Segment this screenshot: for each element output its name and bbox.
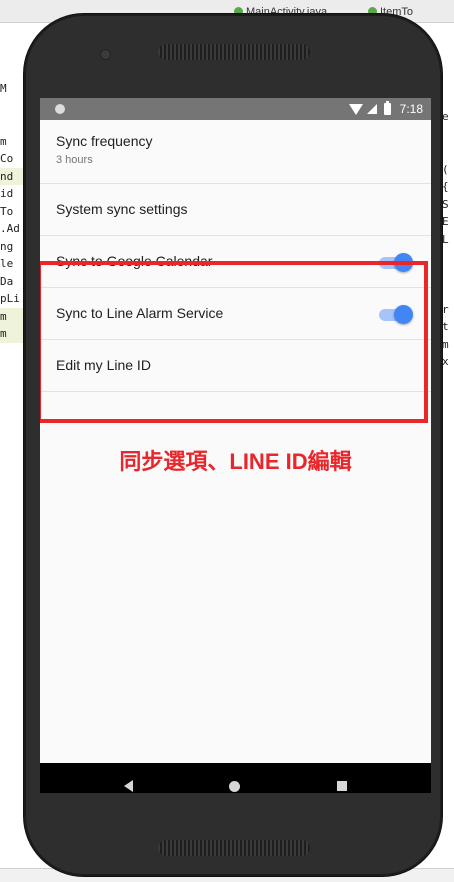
home-icon[interactable] xyxy=(229,781,240,792)
code-line: r xyxy=(442,302,449,316)
code-line: x xyxy=(442,355,449,368)
google-calendar-toggle[interactable] xyxy=(377,253,413,272)
pref-title: System sync settings xyxy=(56,201,188,217)
recents-icon[interactable] xyxy=(337,781,347,791)
code-line: m xyxy=(442,337,449,351)
ide-code-right: e ( { S E L r t m x xyxy=(442,60,454,880)
pref-sync-line-alarm[interactable]: Sync to Line Alarm Service xyxy=(40,288,431,340)
pref-title: Sync to Google Calendar xyxy=(56,253,213,269)
code-line: t xyxy=(442,320,449,333)
pref-edit-line-id[interactable]: Edit my Line ID xyxy=(40,340,431,392)
pref-sync-frequency[interactable]: Sync frequency 3 hours xyxy=(40,120,431,184)
phone-screen: 7:18 Sync frequency 3 hours System sync … xyxy=(40,98,431,793)
speaker-grille-top xyxy=(158,44,310,60)
code-line: S xyxy=(442,197,449,211)
pref-title: Sync to Line Alarm Service xyxy=(56,305,224,321)
pref-system-sync-settings[interactable]: System sync settings xyxy=(40,184,431,236)
navigation-bar xyxy=(40,763,431,793)
notification-dot-icon xyxy=(55,104,65,114)
pref-title: Sync frequency xyxy=(56,133,153,149)
line-alarm-toggle[interactable] xyxy=(377,305,413,324)
toggle-thumb xyxy=(394,305,413,324)
status-time: 7:18 xyxy=(399,102,423,116)
wifi-icon xyxy=(348,103,363,115)
front-camera xyxy=(101,50,110,59)
status-icons: 7:18 xyxy=(348,101,423,117)
pref-sync-google-calendar[interactable]: Sync to Google Calendar xyxy=(40,236,431,288)
code-line: { xyxy=(442,180,449,193)
toggle-thumb xyxy=(394,253,413,272)
back-icon[interactable] xyxy=(124,780,133,792)
code-line: L xyxy=(442,232,449,246)
settings-list: Sync frequency 3 hours System sync setti… xyxy=(40,120,431,392)
code-line: e xyxy=(442,110,449,123)
battery-icon xyxy=(383,101,391,115)
speaker-grille-bottom xyxy=(158,840,310,856)
annotation-caption: 同步選項、LINE ID編輯 xyxy=(119,449,352,474)
code-line: E xyxy=(442,215,449,228)
pref-title: Edit my Line ID xyxy=(56,357,151,373)
signal-icon xyxy=(366,104,377,114)
phone-frame: 7:18 Sync frequency 3 hours System sync … xyxy=(24,14,442,876)
pref-summary: 3 hours xyxy=(56,154,93,166)
status-bar: 7:18 xyxy=(40,98,431,120)
code-line: ( xyxy=(442,162,449,176)
